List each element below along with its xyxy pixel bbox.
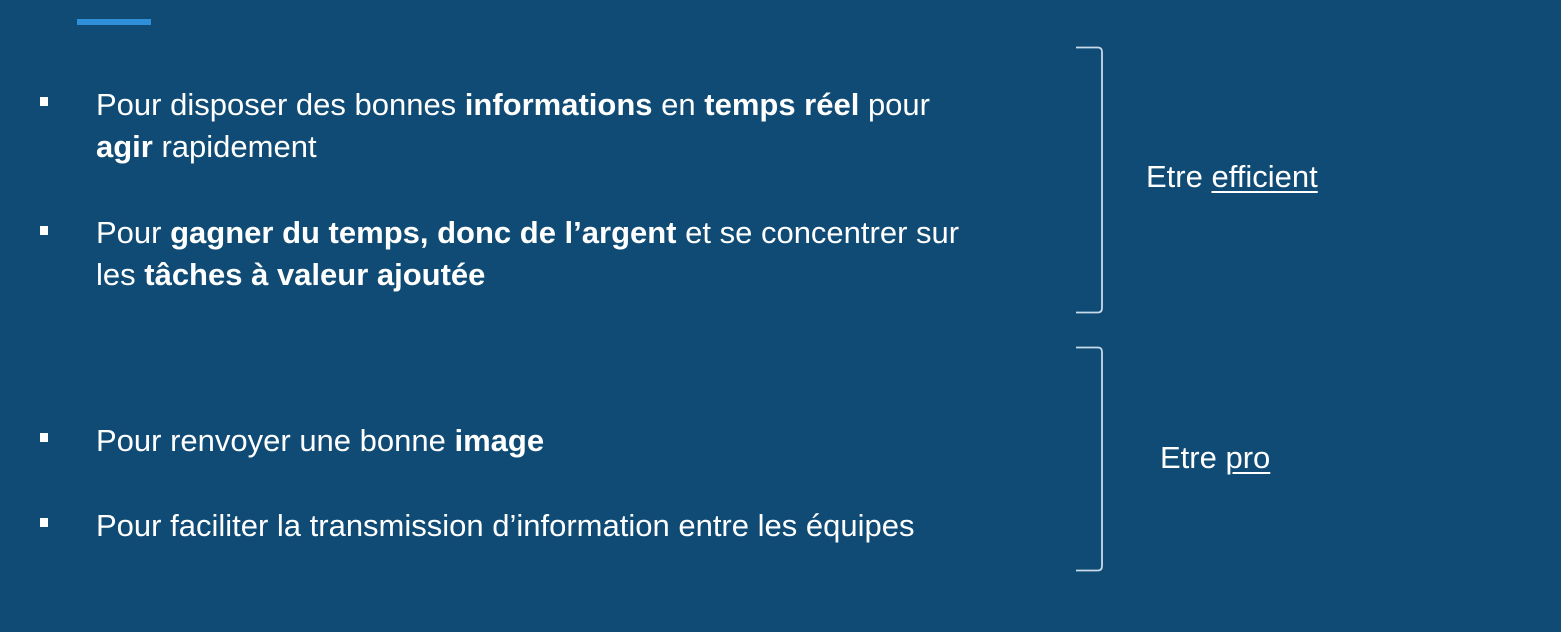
bullet-item: Pour faciliter la transmission d’informa… (96, 505, 1071, 547)
group-brace (1074, 46, 1106, 314)
text-run: en (652, 87, 705, 122)
bold-text: temps réel (704, 87, 860, 122)
text-run: Pour (96, 215, 171, 250)
bold-text: image (454, 423, 545, 458)
bullet-marker (40, 226, 48, 235)
bold-text: informations (464, 87, 653, 122)
text-run: Pour renvoyer une bonne (96, 423, 455, 458)
bullet-marker (40, 518, 48, 527)
label-underlined: pro (1225, 440, 1271, 475)
text-run: et se concentrer sur (676, 215, 960, 250)
bullet-marker (40, 97, 48, 106)
slide: Pour disposer des bonnes informations en… (0, 0, 1561, 632)
bullet-item: Pour disposer des bonnes informations en… (96, 84, 1071, 168)
group-brace (1074, 346, 1106, 572)
label-underlined: efficient (1211, 159, 1318, 194)
text-run: Pour faciliter la transmission d’informa… (96, 508, 915, 543)
text-run: Pour disposer des bonnes (96, 87, 465, 122)
bullet-marker (40, 433, 48, 442)
text-run: rapidement (152, 129, 317, 164)
bullet-item: Pour gagner du temps, donc de l’argent e… (96, 212, 1071, 296)
text-run: les (96, 257, 145, 292)
bold-text: tâches à valeur ajoutée (144, 257, 486, 292)
bold-text: agir (96, 129, 153, 164)
group-label-efficient: Etre efficient (1146, 159, 1318, 194)
text-run: pour (859, 87, 930, 122)
bold-text: gagner du temps, donc de l’argent (170, 215, 677, 250)
group-label-pro: Etre pro (1160, 440, 1271, 475)
bullet-item: Pour renvoyer une bonne image (96, 420, 1071, 462)
title-accent-bar (77, 19, 151, 25)
